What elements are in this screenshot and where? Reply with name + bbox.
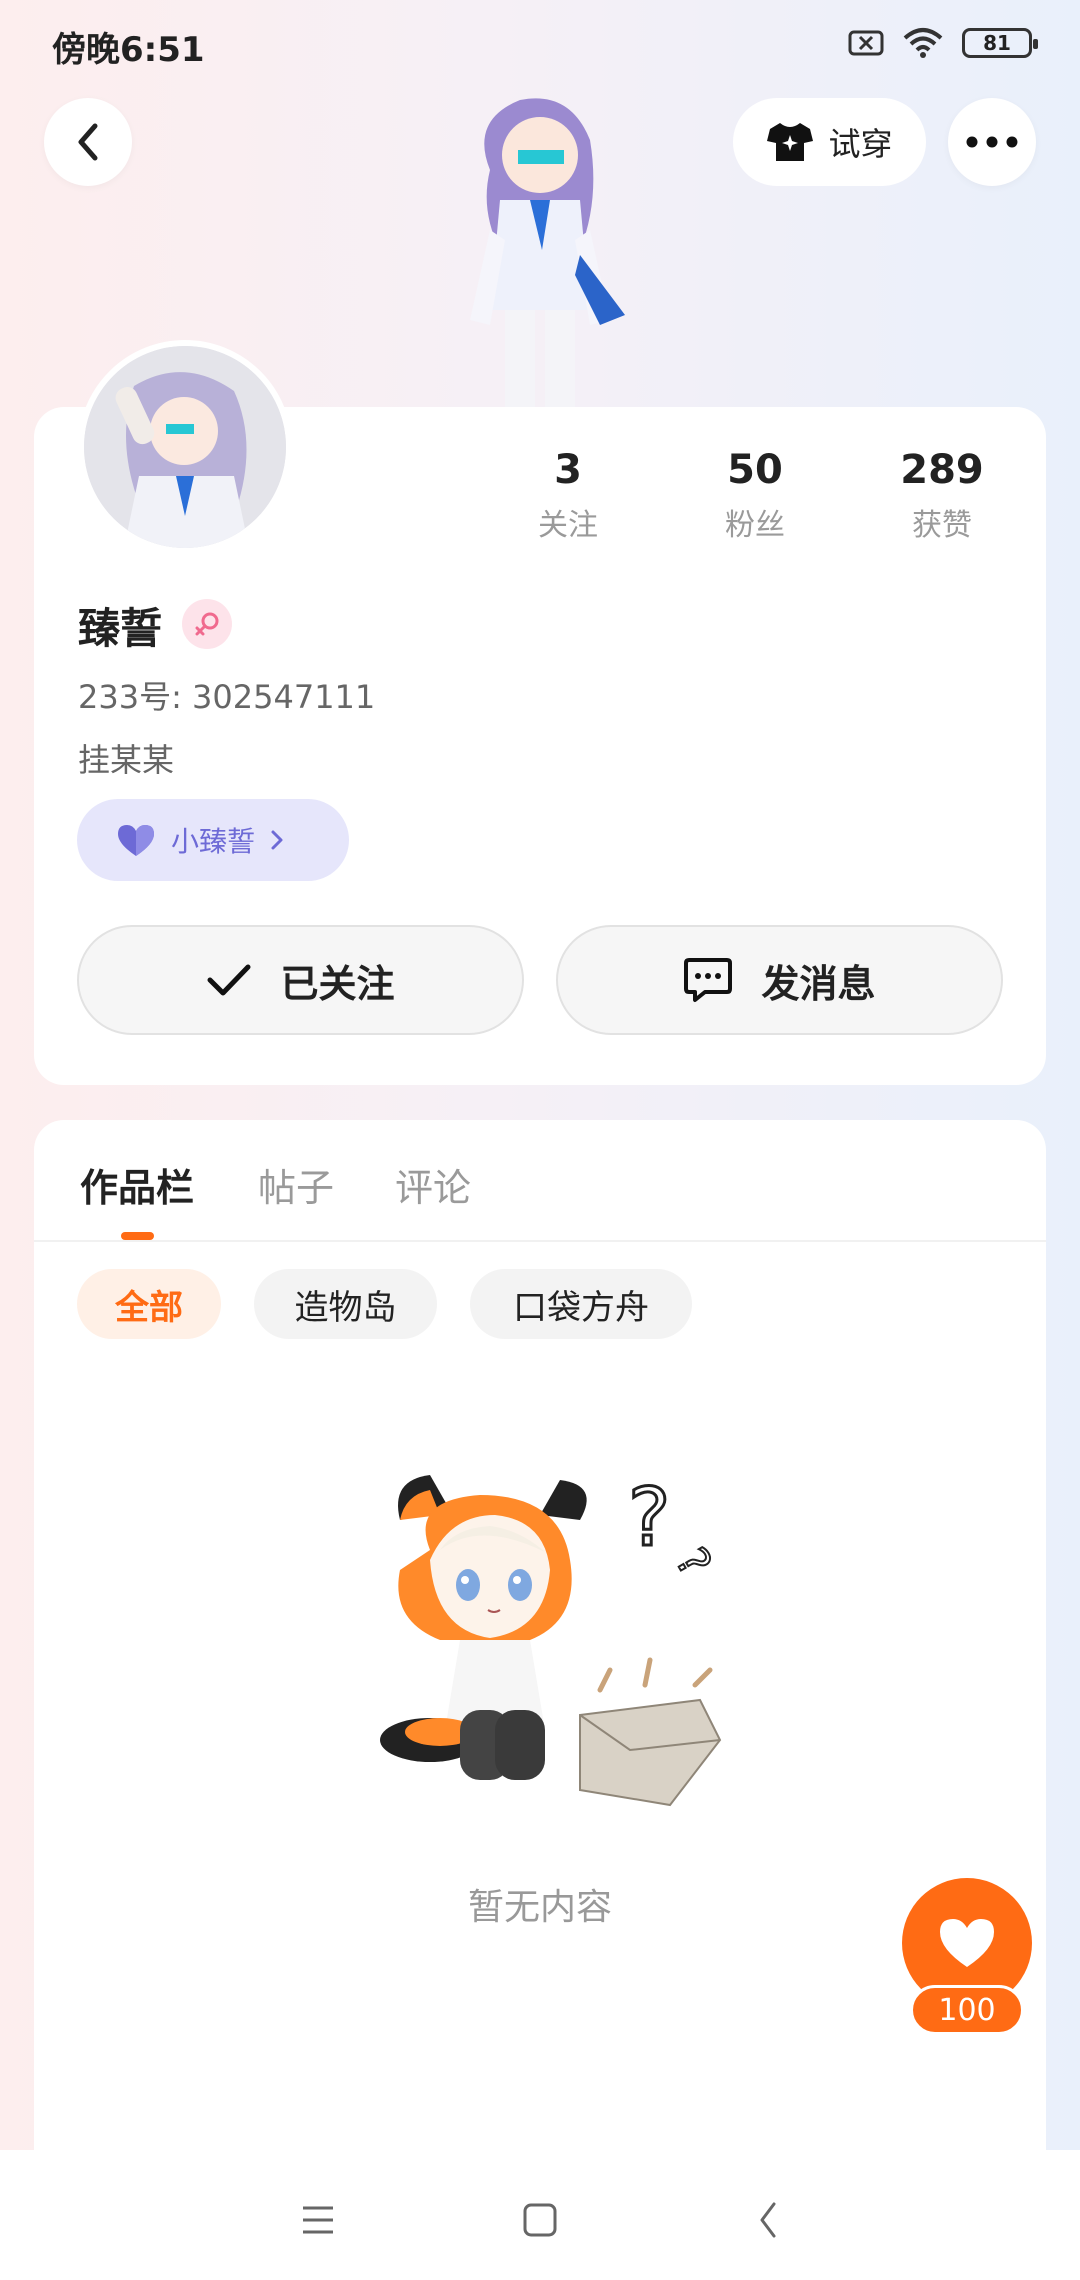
followers-count: 50 xyxy=(727,447,783,493)
battery-indicator: 81 xyxy=(962,28,1038,58)
likes-label: 获赞 xyxy=(912,508,972,543)
filter-pocket-ark[interactable]: 口袋方舟 xyxy=(470,1269,692,1339)
follow-button[interactable]: 已关注 xyxy=(77,925,524,1035)
following-count: 3 xyxy=(554,447,582,493)
stat-following[interactable]: 3 关注 xyxy=(488,440,648,544)
stat-likes[interactable]: 289 获赞 xyxy=(862,440,1022,544)
nav-home-button[interactable] xyxy=(500,2180,580,2260)
battery-level: 81 xyxy=(983,31,1011,55)
fan-group-button[interactable]: 小臻誓 xyxy=(77,799,349,881)
tab-indicator xyxy=(121,1232,154,1240)
avatar-character-figure xyxy=(470,98,625,410)
tab-comments[interactable]: 评论 xyxy=(395,1157,471,1212)
svg-text:?: ? xyxy=(628,1471,670,1564)
fan-group-label: 小臻誓 xyxy=(171,825,256,858)
gender-badge xyxy=(182,599,232,649)
svg-text:?: ? xyxy=(665,1540,721,1586)
sim-blocked-icon xyxy=(848,30,884,56)
following-label: 关注 xyxy=(538,508,598,543)
like-count-badge: 100 xyxy=(910,1985,1024,2035)
female-icon xyxy=(195,612,219,636)
home-square-icon xyxy=(523,2203,557,2237)
more-dots-icon xyxy=(966,136,1018,148)
shirt-sparkle-icon xyxy=(767,123,814,161)
status-bar: 傍晚6:51 81 xyxy=(0,0,1080,90)
filter-creation-island[interactable]: 造物岛 xyxy=(254,1269,437,1339)
user-name: 臻誓 xyxy=(78,604,163,653)
followers-label: 粉丝 xyxy=(725,508,785,543)
nav-back-button[interactable] xyxy=(728,2180,808,2260)
user-avatar[interactable] xyxy=(78,340,292,554)
avatar-image xyxy=(84,346,286,548)
system-nav-bar xyxy=(0,2150,1080,2280)
chat-bubble-icon xyxy=(684,958,733,1002)
tab-divider xyxy=(34,1240,1046,1242)
more-options-button[interactable] xyxy=(948,98,1036,186)
nav-menu-button[interactable] xyxy=(278,2180,358,2260)
heart-icon xyxy=(118,825,154,856)
check-icon xyxy=(207,964,251,996)
menu-icon xyxy=(303,2206,333,2234)
user-id: 233号: 302547111 xyxy=(78,678,376,716)
likes-count: 289 xyxy=(900,447,984,493)
tab-posts[interactable]: 帖子 xyxy=(258,1157,334,1212)
chevron-right-icon xyxy=(271,830,283,850)
back-button[interactable] xyxy=(44,98,132,186)
chevron-left-icon xyxy=(78,123,98,161)
follow-label: 已关注 xyxy=(280,961,395,1006)
try-on-button[interactable]: 试穿 xyxy=(733,98,926,186)
message-label: 发消息 xyxy=(761,961,876,1006)
empty-state-illustration: ? ? xyxy=(380,1470,722,1807)
filter-all[interactable]: 全部 xyxy=(77,1269,221,1339)
message-button[interactable]: 发消息 xyxy=(556,925,1003,1035)
heart-icon xyxy=(940,1919,994,1967)
status-icons: 81 xyxy=(848,26,1038,60)
chevron-left-icon xyxy=(760,2202,776,2238)
wifi-icon xyxy=(903,28,943,58)
stat-followers[interactable]: 50 粉丝 xyxy=(675,440,835,544)
try-on-label: 试穿 xyxy=(828,125,893,163)
user-bio: 挂某某 xyxy=(78,741,175,779)
tab-works[interactable]: 作品栏 xyxy=(80,1157,194,1212)
status-time: 傍晚6:51 xyxy=(52,30,205,70)
